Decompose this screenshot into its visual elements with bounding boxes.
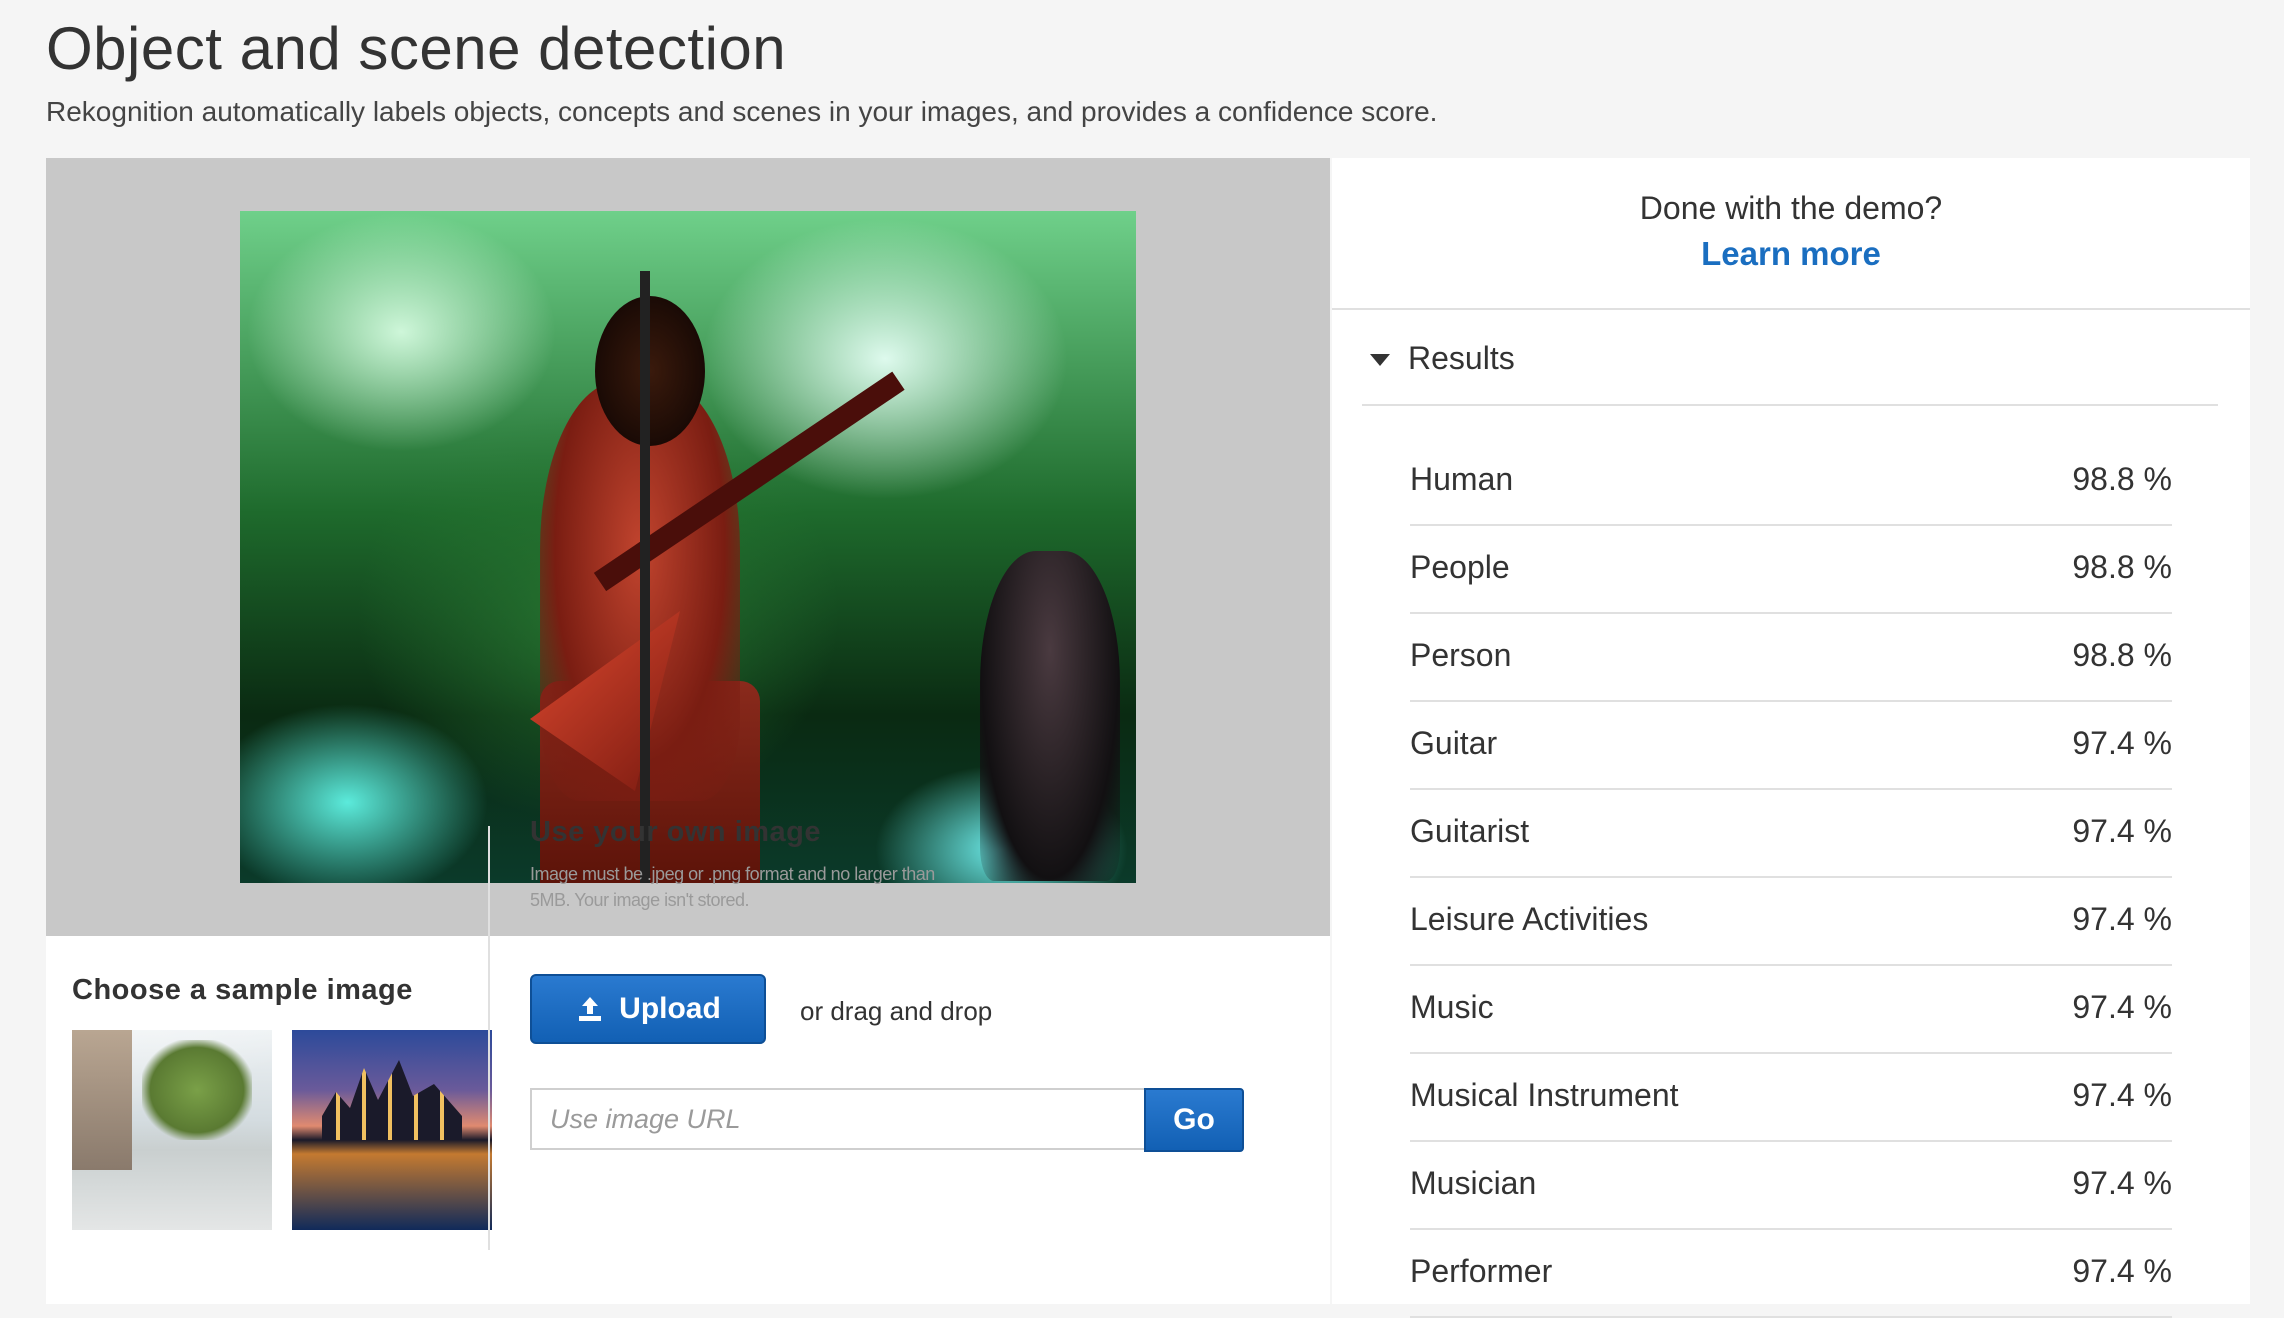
result-row: Human 98.8 % — [1410, 438, 2172, 526]
result-confidence: 97.4 % — [2072, 900, 2172, 937]
sample-image-city[interactable] — [292, 1030, 492, 1230]
drag-drop-hint: or drag and drop — [800, 996, 993, 1026]
result-label: People — [1410, 548, 1510, 585]
result-row: Musician 97.4 % — [1410, 1142, 2172, 1230]
result-confidence: 98.8 % — [2072, 548, 2172, 585]
results-panel: Done with the demo? Learn more Results H… — [1332, 158, 2250, 1318]
results-list: Human 98.8 % People 98.8 % Person 98.8 %… — [1410, 438, 2172, 1318]
image-guitarist-head — [595, 296, 705, 446]
result-row: Music 97.4 % — [1410, 966, 2172, 1054]
result-label: Person — [1410, 636, 1512, 673]
sample-image-street[interactable] — [72, 1030, 272, 1230]
section-divider — [488, 826, 490, 1250]
image-url-input[interactable] — [530, 1088, 1144, 1150]
upload-button-label: Upload — [619, 992, 721, 1025]
own-image-heading: Use your own image — [530, 816, 822, 848]
result-row: Guitarist 97.4 % — [1410, 790, 2172, 878]
own-image-section: Use your own image Image must be .jpeg o… — [530, 816, 1260, 1152]
result-row: Guitar 97.4 % — [1410, 702, 2172, 790]
result-confidence: 97.4 % — [2072, 812, 2172, 849]
results-title: Results — [1408, 340, 1515, 376]
result-label: Music — [1410, 988, 1494, 1025]
result-label: Leisure Activities — [1410, 900, 1649, 937]
results-toggle[interactable]: Results — [1362, 334, 2218, 406]
result-label: Musician — [1410, 1164, 1537, 1201]
page-title: Object and scene detection — [46, 15, 787, 82]
upload-button[interactable]: Upload — [530, 974, 766, 1044]
go-button[interactable]: Go — [1144, 1088, 1244, 1152]
result-label: Guitarist — [1410, 812, 1530, 849]
result-confidence: 97.4 % — [2072, 1252, 2172, 1289]
result-row: Leisure Activities 97.4 % — [1410, 878, 2172, 966]
demo-question: Done with the demo? — [1639, 190, 1943, 226]
result-confidence: 97.4 % — [2072, 724, 2172, 761]
learn-more-link[interactable]: Learn more — [1701, 235, 1881, 273]
result-confidence: 98.8 % — [2072, 636, 2172, 673]
result-confidence: 97.4 % — [2072, 1164, 2172, 1201]
result-row: Musical Instrument 97.4 % — [1410, 1054, 2172, 1142]
image-mic-stand — [640, 271, 650, 883]
result-confidence: 97.4 % — [2072, 988, 2172, 1025]
result-confidence: 98.8 % — [2072, 460, 2172, 497]
result-label: Guitar — [1410, 724, 1498, 761]
own-image-help: Image must be .jpeg or .png format and n… — [530, 864, 935, 910]
result-label: Human — [1410, 460, 1514, 497]
demo-done-box: Done with the demo? Learn more — [1332, 158, 2250, 310]
result-label: Musical Instrument — [1410, 1076, 1679, 1113]
result-row: Performer 97.4 % — [1410, 1230, 2172, 1318]
analyzed-image — [240, 211, 1136, 883]
caret-down-icon — [1370, 354, 1390, 366]
sample-images-section: Choose a sample image — [72, 974, 492, 1230]
result-label: Performer — [1410, 1252, 1553, 1289]
result-confidence: 97.4 % — [2072, 1076, 2172, 1113]
upload-icon — [575, 994, 605, 1024]
result-row: Person 98.8 % — [1410, 614, 2172, 702]
result-row: People 98.8 % — [1410, 526, 2172, 614]
page-subtitle: Rekognition automatically labels objects… — [46, 96, 1438, 127]
sample-images-heading: Choose a sample image — [72, 974, 413, 1006]
